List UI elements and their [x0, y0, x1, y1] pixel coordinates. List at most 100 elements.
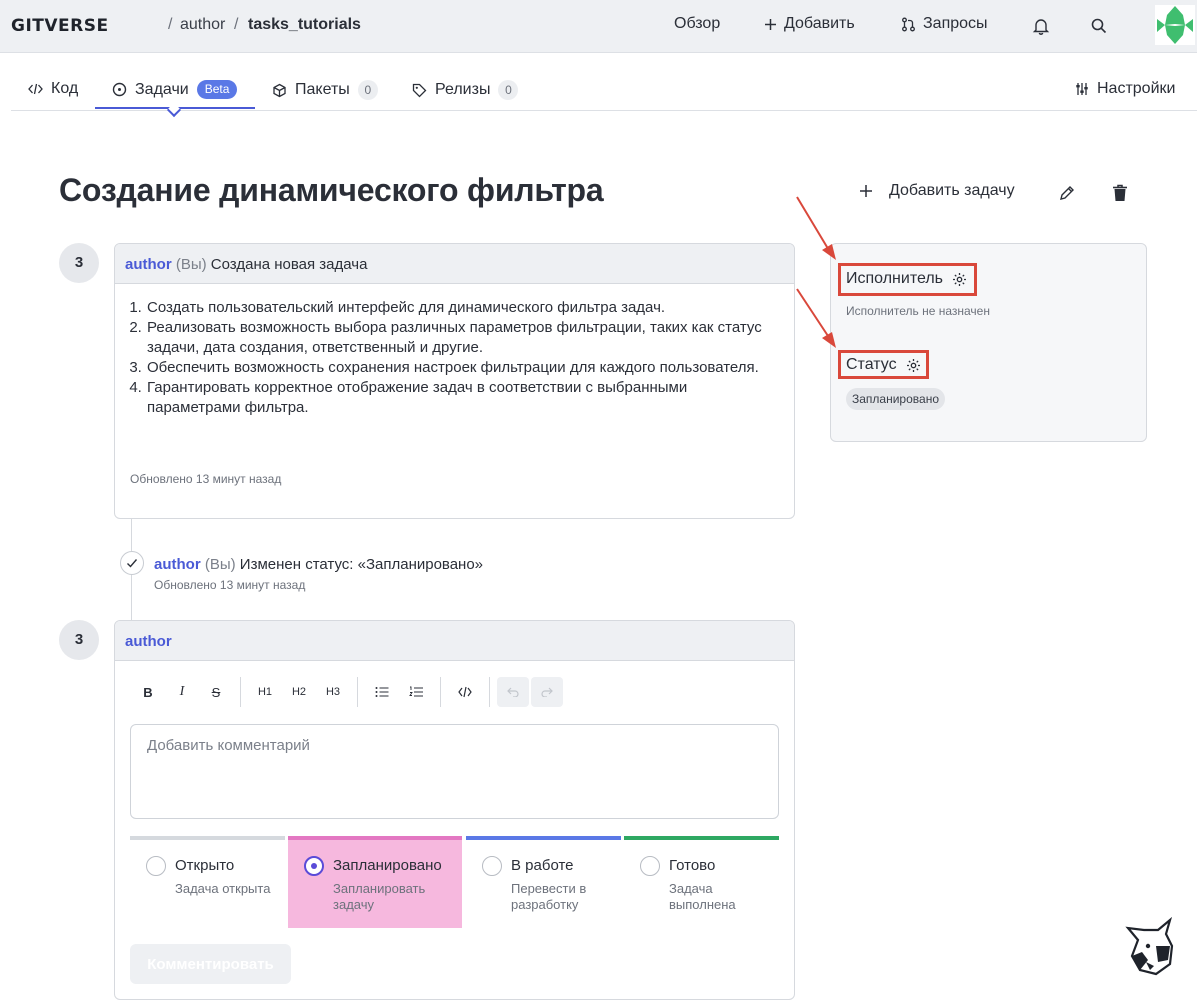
undo-button[interactable]	[497, 677, 529, 707]
editor-toolbar: B I S H1 H2 H3	[131, 677, 565, 707]
gear-icon[interactable]	[952, 272, 967, 287]
user-avatar[interactable]	[1155, 5, 1195, 45]
status-radio-selected[interactable]	[304, 856, 324, 876]
nav-requests[interactable]: Запросы	[901, 15, 988, 33]
event-text: Изменен статус: «Запланировано»	[239, 556, 484, 573]
tab-releases[interactable]: Релизы 0	[412, 80, 519, 100]
tag-icon	[412, 83, 427, 97]
tab-settings[interactable]: Настройки	[1075, 80, 1175, 98]
assignee-title: Исполнитель	[846, 270, 944, 287]
comment-updated: Обновлено 13 минут назад	[130, 472, 282, 486]
heading1-button[interactable]: H1	[248, 677, 282, 707]
undo-icon	[507, 687, 519, 697]
package-icon	[273, 83, 286, 97]
italic-button[interactable]: I	[165, 677, 199, 707]
event-author[interactable]: author	[154, 556, 201, 573]
gitverse-logo[interactable]: GITVERSE	[11, 16, 109, 36]
pull-request-icon	[902, 17, 915, 31]
task-list: Создать пользовательский интерфейс для д…	[131, 298, 778, 418]
status-change-event: author (Вы) Изменен статус: «Запланирова…	[154, 556, 483, 573]
numbered-list-button[interactable]	[399, 677, 433, 707]
breadcrumb-separator: /	[234, 16, 239, 33]
issue-icon	[112, 82, 127, 97]
status-option-open[interactable]: Открыто Задача открыта	[130, 836, 285, 928]
comment-avatar: 3	[59, 243, 99, 283]
status-option-desc: Задача выполнена	[669, 881, 736, 912]
assistant-mascot-icon[interactable]	[1120, 916, 1176, 976]
editor-avatar: 3	[59, 620, 99, 660]
comment-header: author (Вы) Создана новая задача	[115, 244, 794, 284]
nav-requests-label: Запросы	[923, 15, 988, 32]
annotation-arrow	[796, 288, 831, 340]
add-task-button[interactable]: Добавить задачу	[859, 182, 1015, 200]
comment-body: Создать пользовательский интерфейс для д…	[115, 284, 794, 418]
top-header: GITVERSE / author / tasks_tutorials Обзо…	[0, 0, 1197, 53]
status-radio[interactable]	[640, 856, 660, 876]
code-icon	[458, 686, 472, 698]
code-block-button[interactable]	[448, 677, 482, 707]
heading2-button[interactable]: H2	[282, 677, 316, 707]
breadcrumb-owner[interactable]: author	[180, 16, 225, 34]
status-option-in-progress[interactable]: В работе Перевести в разработку	[466, 836, 621, 928]
beta-badge: Beta	[196, 80, 238, 99]
tab-settings-label: Настройки	[1097, 80, 1176, 97]
assignee-section-header: Исполнитель	[846, 270, 967, 288]
status-change-marker	[120, 551, 144, 575]
toolbar-divider	[440, 677, 441, 707]
add-task-label: Добавить задачу	[889, 182, 1015, 199]
gear-icon[interactable]	[906, 358, 921, 373]
comment-textarea[interactable]	[130, 724, 779, 819]
sliders-icon	[1076, 83, 1088, 95]
tab-packages[interactable]: Пакеты 0	[272, 80, 378, 100]
status-option-label: Готово	[669, 857, 716, 874]
status-color-bar	[288, 836, 462, 840]
status-color-bar	[624, 836, 779, 840]
heading3-button[interactable]: H3	[316, 677, 350, 707]
tab-issues[interactable]: Задачи Beta	[112, 80, 238, 99]
packages-count: 0	[357, 80, 378, 100]
status-option-label: В работе	[511, 857, 574, 874]
bullet-list-button[interactable]	[365, 677, 399, 707]
status-color-bar	[466, 836, 621, 840]
editor-author[interactable]: author	[125, 633, 172, 650]
tab-issues-label: Задачи	[135, 80, 189, 98]
nav-overview[interactable]: Обзор	[674, 15, 720, 33]
breadcrumb-repo[interactable]: tasks_tutorials	[248, 16, 361, 34]
status-option-label: Запланировано	[333, 857, 442, 874]
task-list-item: Создать пользовательский интерфейс для д…	[146, 298, 778, 318]
status-option-planned[interactable]: Запланировано Запланировать задачу	[288, 836, 462, 928]
status-option-desc: Задача открыта	[175, 881, 271, 896]
issue-description-card: author (Вы) Создана новая задача Создать…	[114, 243, 795, 519]
bold-button[interactable]: B	[131, 677, 165, 707]
bell-icon[interactable]	[1031, 16, 1051, 36]
redo-button[interactable]	[531, 677, 563, 707]
repo-tabs: Код Задачи Beta Пакеты 0 Релизы 0 Настро…	[11, 54, 1197, 118]
status-color-bar	[130, 836, 285, 840]
plus-icon	[860, 185, 872, 197]
status-badge: Запланировано	[846, 388, 945, 410]
status-title: Статус	[846, 356, 897, 373]
strikethrough-button[interactable]: S	[199, 677, 233, 707]
pencil-icon[interactable]	[1058, 184, 1076, 202]
comment-author[interactable]: author	[125, 256, 172, 273]
status-option-label: Открыто	[175, 857, 235, 874]
tab-code[interactable]: Код	[28, 80, 78, 98]
comment-submit-button[interactable]: Комментировать	[130, 944, 291, 984]
active-tab-caret	[166, 102, 182, 118]
status-option-desc: Перевести в разработку	[511, 881, 587, 912]
status-radio[interactable]	[146, 856, 166, 876]
task-list-item: Реализовать возможность выбора различных…	[146, 318, 778, 358]
search-icon[interactable]	[1089, 16, 1109, 36]
editor-header: author	[115, 621, 794, 661]
trash-icon[interactable]	[1112, 184, 1128, 202]
comment-action: Создана новая задача	[210, 256, 368, 273]
status-option-done[interactable]: Готово Задача выполнена	[624, 836, 779, 928]
you-label: (Вы)	[175, 256, 207, 273]
numbered-list-icon	[409, 686, 423, 697]
status-section-header: Статус	[846, 356, 921, 374]
tab-releases-label: Релизы	[435, 81, 491, 98]
status-radio[interactable]	[482, 856, 502, 876]
nav-add-button[interactable]: Добавить	[764, 15, 855, 33]
assignee-value: Исполнитель не назначен	[846, 304, 990, 318]
issue-title: Создание динамического фильтра	[59, 172, 604, 208]
